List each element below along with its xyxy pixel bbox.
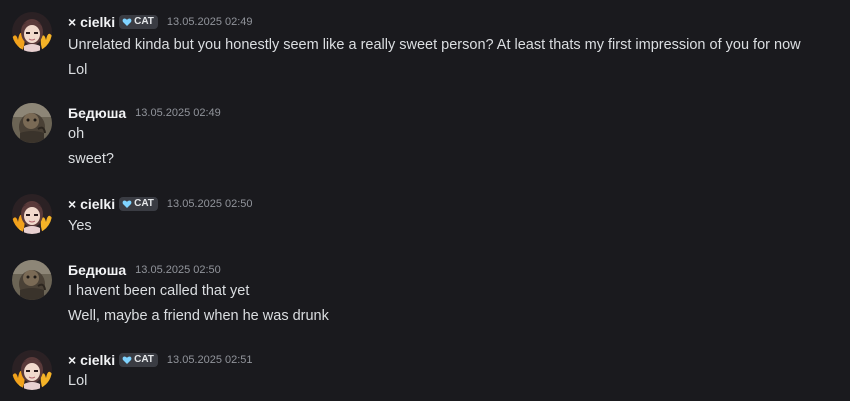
heart-icon: [122, 18, 132, 26]
timestamp[interactable]: 13.05.2025 02:50: [167, 198, 253, 210]
avatar[interactable]: [12, 12, 52, 52]
avatar[interactable]: [12, 260, 52, 300]
heart-icon: [122, 356, 132, 364]
message-header: × cielki CAT 13.05.2025 02:50: [68, 195, 253, 213]
message-header: × cielki CAT 13.05.2025 02:49: [68, 13, 253, 31]
timestamp[interactable]: 13.05.2025 02:49: [135, 107, 221, 119]
avatar[interactable]: [12, 194, 52, 234]
chat-log: × cielki CAT 13.05.2025 02:49 Unrelated …: [0, 0, 850, 401]
message-text: oh: [68, 126, 85, 142]
server-tag-label: CAT: [134, 354, 154, 365]
message-text: Unrelated kinda but you honestly seem li…: [68, 37, 801, 53]
avatar[interactable]: [12, 103, 52, 143]
server-tag-label: CAT: [134, 198, 154, 209]
username[interactable]: Бедюша: [68, 262, 126, 278]
message-text: Lol: [68, 62, 88, 78]
timestamp[interactable]: 13.05.2025 02:51: [167, 354, 253, 366]
avatar[interactable]: [12, 350, 52, 390]
message-text: sweet?: [68, 151, 114, 167]
message-text: Well, maybe a friend when he was drunk: [68, 308, 329, 324]
server-tag-badge[interactable]: CAT: [119, 353, 158, 367]
server-tag-label: CAT: [134, 16, 154, 27]
message-header: Бедюша 13.05.2025 02:50: [68, 261, 221, 279]
timestamp[interactable]: 13.05.2025 02:49: [167, 16, 253, 28]
message-text: Lol: [68, 373, 88, 389]
username[interactable]: × cielki: [68, 14, 115, 30]
server-tag-badge[interactable]: CAT: [119, 15, 158, 29]
server-tag-badge[interactable]: CAT: [119, 197, 158, 211]
username[interactable]: Бедюша: [68, 105, 126, 121]
username[interactable]: × cielki: [68, 352, 115, 368]
message-text: I havent been called that yet: [68, 283, 250, 299]
message-header: Бедюша 13.05.2025 02:49: [68, 104, 221, 122]
timestamp[interactable]: 13.05.2025 02:50: [135, 264, 221, 276]
message-text: Yes: [68, 218, 92, 234]
message-header: × cielki CAT 13.05.2025 02:51: [68, 351, 253, 369]
username[interactable]: × cielki: [68, 196, 115, 212]
heart-icon: [122, 200, 132, 208]
